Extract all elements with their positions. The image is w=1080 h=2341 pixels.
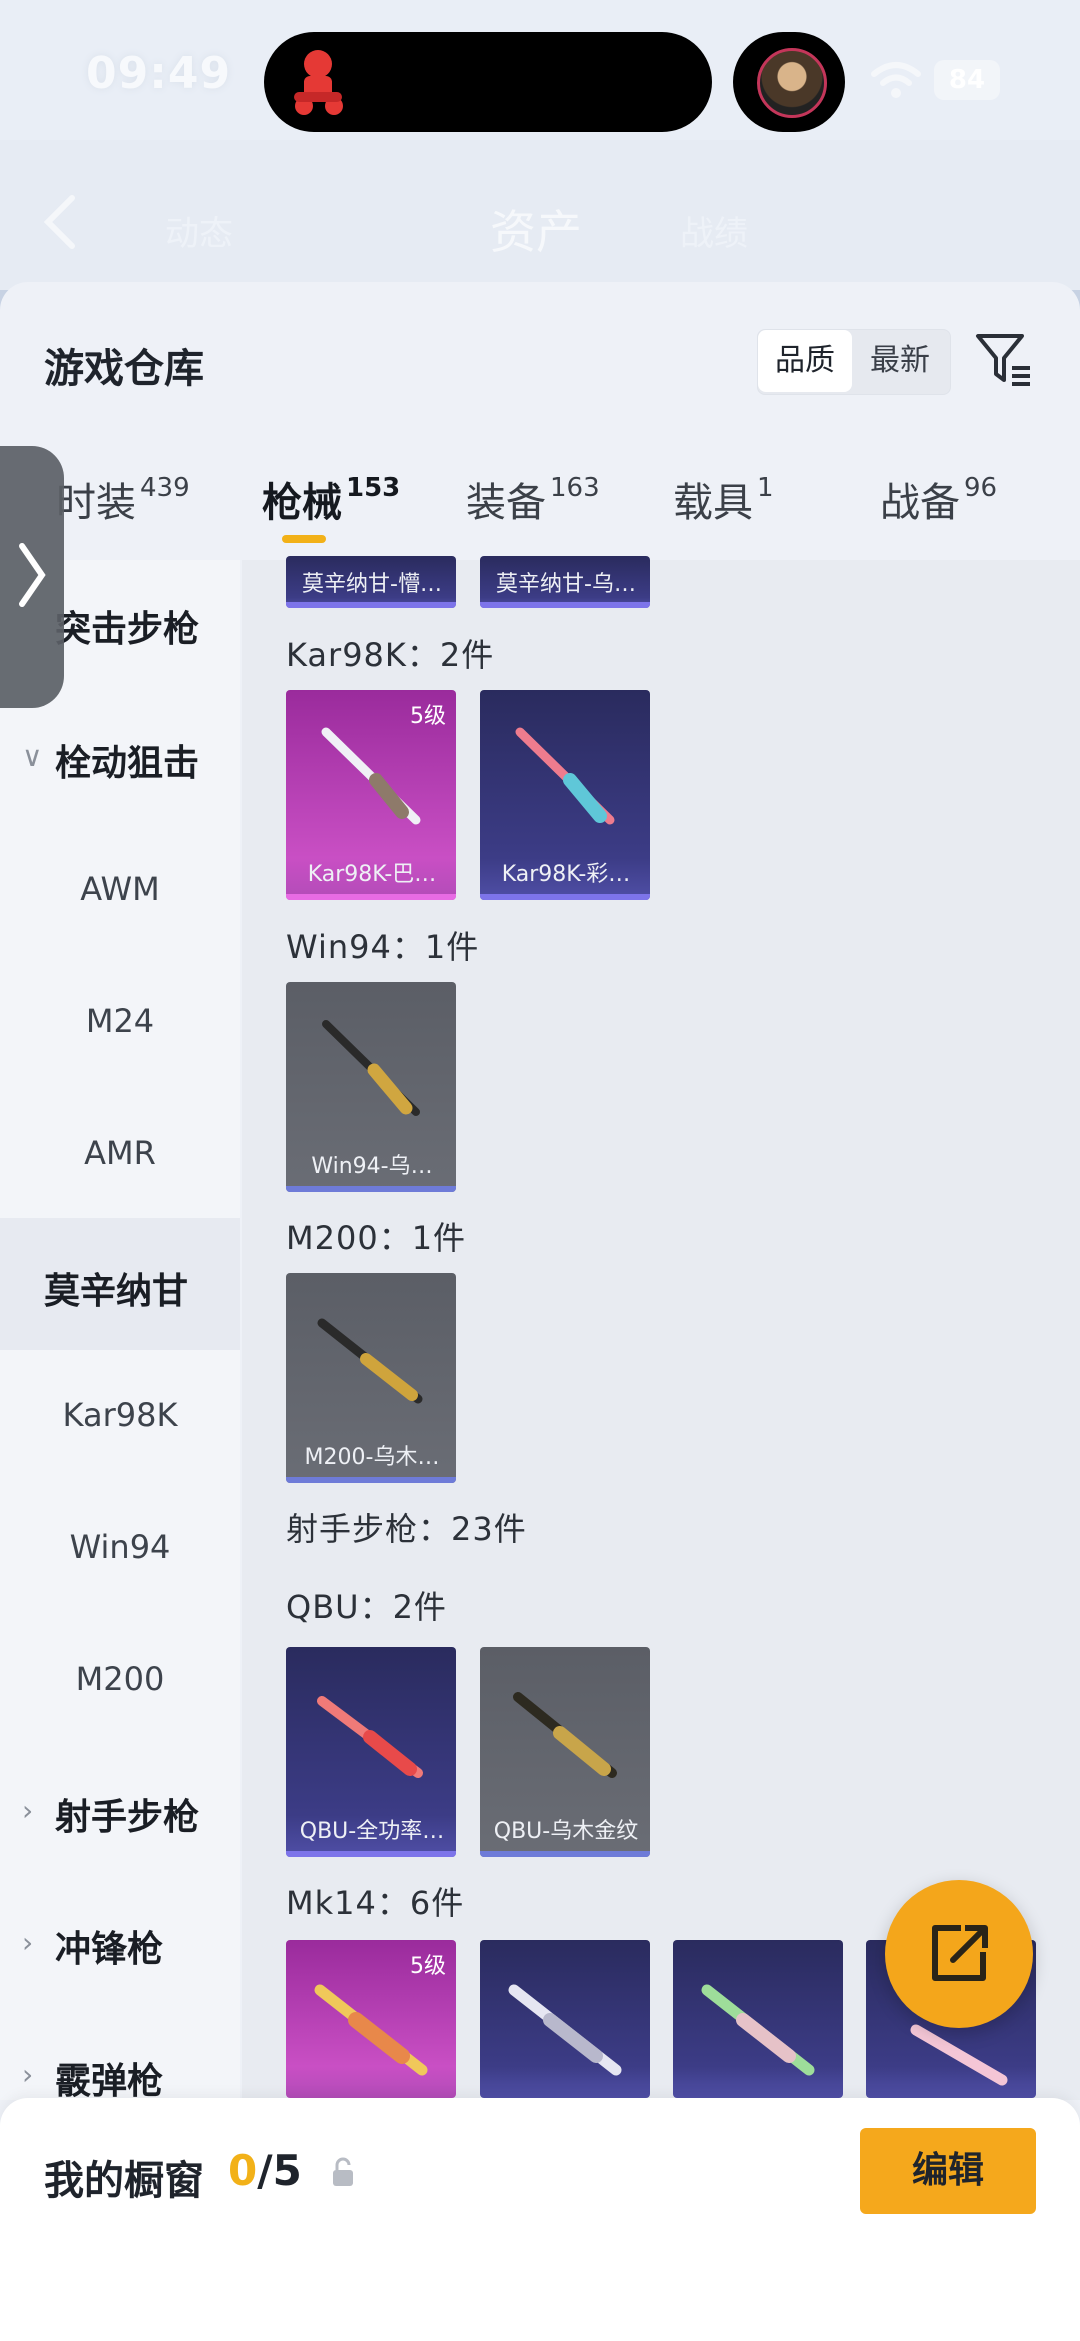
sidebar-item-shotgun[interactable]: 霰弹枪 bbox=[0, 2052, 240, 2104]
group-label: Win94：1件 bbox=[286, 928, 480, 966]
tab-weapons[interactable]: 枪械 153 bbox=[262, 470, 400, 528]
warehouse-title: 游戏仓库 bbox=[44, 346, 204, 392]
rifle-icon bbox=[321, 727, 421, 825]
group-label: 射手步枪：23件 bbox=[286, 1510, 527, 1548]
tab-supplies[interactable]: 战备 96 bbox=[880, 470, 997, 528]
weapon-card-name: Kar98K-巴… bbox=[307, 862, 437, 887]
weapon-card-name: M200-乌木… bbox=[304, 1445, 440, 1470]
rifle-icon bbox=[513, 1692, 617, 1778]
sidebar-item-win94[interactable]: Win94 bbox=[0, 1528, 240, 1566]
tab-vehicles[interactable]: 载具 1 bbox=[673, 470, 774, 528]
weapon-card[interactable]: Kar98K-彩… bbox=[480, 690, 650, 900]
rifle-icon bbox=[701, 1984, 815, 2076]
weapon-card-name: QBU-乌木金纹 bbox=[493, 1819, 639, 1844]
avatar bbox=[757, 48, 827, 118]
rifle-icon bbox=[322, 1020, 420, 1116]
rifle-icon bbox=[508, 1984, 622, 2076]
back-icon[interactable] bbox=[40, 192, 80, 252]
sort-quality-button[interactable]: 品质 bbox=[758, 330, 852, 392]
edit-button[interactable]: 编辑 bbox=[860, 2128, 1036, 2214]
weapon-card-name: Kar98K-彩… bbox=[501, 862, 631, 887]
sidebar-item-amr[interactable]: AMR bbox=[0, 1134, 240, 1172]
nav-tab-left[interactable]: 动态 bbox=[165, 206, 233, 255]
active-tab-indicator bbox=[282, 535, 326, 543]
weapon-card[interactable] bbox=[673, 1940, 843, 2098]
sidebar-item-m24[interactable]: M24 bbox=[0, 1002, 240, 1040]
sort-newest-button[interactable]: 最新 bbox=[852, 330, 948, 392]
chevron-right-icon bbox=[19, 543, 46, 607]
lock-icon bbox=[333, 2157, 353, 2186]
sidebar-item-m200[interactable]: M200 bbox=[0, 1660, 240, 1698]
sidebar-item-bolt-snipers[interactable]: 栓动狙击 bbox=[0, 734, 240, 786]
status-time: 09:49 bbox=[86, 48, 232, 99]
tab-outfits[interactable]: 时装 439 bbox=[56, 470, 190, 528]
weapon-card-name: QBU-全功率… bbox=[299, 1819, 445, 1844]
tab-equipment[interactable]: 装备 163 bbox=[466, 470, 600, 528]
weapon-card-name: 莫辛纳甘-懵… bbox=[302, 572, 442, 597]
weapon-card[interactable]: QBU-全功率… bbox=[286, 1647, 456, 1857]
weapon-card[interactable]: 5级 Kar98K-巴… bbox=[286, 690, 456, 900]
rifle-icon bbox=[515, 727, 615, 825]
group-label: QBU：2件 bbox=[286, 1588, 447, 1626]
group-label: M200：1件 bbox=[286, 1219, 467, 1257]
battery-indicator: 84 bbox=[934, 60, 1000, 100]
weapon-card[interactable] bbox=[480, 1940, 650, 2098]
sidebar-item-mosin[interactable]: 莫辛纳甘 bbox=[0, 1262, 240, 1314]
wifi-icon bbox=[871, 62, 921, 98]
delivery-rider-icon bbox=[294, 50, 343, 115]
showcase-label: 我的橱窗 bbox=[44, 2158, 204, 2204]
filter-icon[interactable] bbox=[972, 328, 1034, 390]
share-icon bbox=[932, 1925, 988, 1981]
weapon-card[interactable]: M200-乌木… bbox=[286, 1273, 456, 1483]
weapon-card-name: 莫辛纳甘-乌… bbox=[496, 572, 636, 597]
nav-tab-right[interactable]: 战绩 bbox=[680, 206, 748, 255]
weapon-card[interactable]: 莫辛纳甘-懵… bbox=[286, 556, 456, 608]
weapon-card[interactable]: 5级 bbox=[286, 1940, 456, 2098]
rifle-icon bbox=[314, 1984, 428, 2076]
rifle-icon bbox=[317, 1696, 423, 1778]
showcase-count: 0/5 bbox=[228, 2146, 302, 2195]
weapon-card[interactable]: Win94-乌… bbox=[286, 982, 456, 1192]
weapon-card[interactable]: 莫辛纳甘-乌… bbox=[480, 556, 650, 608]
sidebar-item-kar98k[interactable]: Kar98K bbox=[0, 1396, 240, 1434]
rifle-icon bbox=[317, 1318, 423, 1404]
sidebar-item-dmr[interactable]: 射手步枪 bbox=[0, 1788, 240, 1840]
page-title: 资产 bbox=[490, 205, 582, 259]
weapon-card[interactable]: QBU-乌木金纹 bbox=[480, 1647, 650, 1857]
sidebar-item-awm[interactable]: AWM bbox=[0, 870, 240, 908]
group-label: Kar98K：2件 bbox=[286, 636, 495, 674]
sidebar-item-smg[interactable]: 冲锋枪 bbox=[0, 1920, 240, 1972]
group-label: Mk14：6件 bbox=[286, 1884, 465, 1922]
weapon-card-name: Win94-乌… bbox=[311, 1154, 433, 1179]
